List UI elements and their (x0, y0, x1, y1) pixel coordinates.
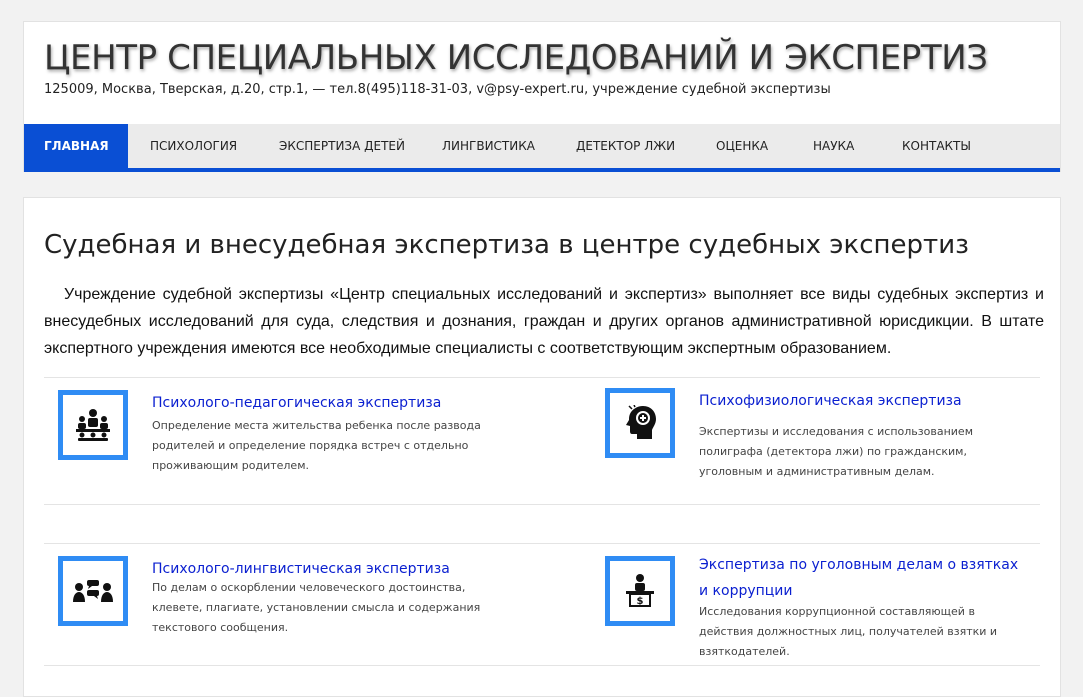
nav-item-psychology[interactable]: ПСИХОЛОГИЯ (128, 124, 258, 168)
page-title: Судебная и внесудебная экспертиза в цент… (44, 230, 969, 260)
divider (44, 377, 1040, 378)
service-description: Определение места жительства ребенка пос… (152, 419, 481, 472)
family-meeting-icon[interactable] (58, 390, 128, 460)
bribe-desk-icon[interactable]: $ (605, 556, 675, 626)
head-brain-icon[interactable] (605, 388, 675, 458)
service-title-link[interactable]: Психолого-педагогическая экспертиза (152, 390, 482, 416)
service-card: Психолого-лингвистическая экспертиза По … (58, 556, 538, 656)
service-card: $ Экспертиза по уголовным делам о взятка… (605, 552, 1083, 658)
service-title-link[interactable]: Психофизиологическая экспертиза (699, 388, 1029, 414)
main-nav: ГЛАВНАЯ ПСИХОЛОГИЯ ЭКСПЕРТИЗА ДЕТЕЙ ЛИНГ… (24, 124, 1060, 168)
main-content: Судебная и внесудебная экспертиза в цент… (23, 197, 1061, 697)
service-card: Психофизиологическая экспертиза Эксперти… (605, 388, 1083, 488)
service-title-link[interactable]: Экспертиза по уголовным делам о взятках … (699, 552, 1029, 604)
service-description: По делам о оскорблении человеческого дос… (152, 581, 481, 634)
nav-item-science[interactable]: НАУКА (793, 124, 880, 168)
nav-item-contacts[interactable]: КОНТАКТЫ (880, 124, 1000, 168)
divider (44, 543, 1040, 544)
svg-text:$: $ (637, 596, 644, 607)
site-title[interactable]: ЦЕНТР СПЕЦИАЛЬНЫХ ИССЛЕДОВАНИЙ И ЭКСПЕРТ… (44, 38, 988, 78)
intro-paragraph: Учреждение судебной экспертизы «Центр сп… (44, 286, 1044, 357)
site-description: 125009, Москва, Тверская, д.20, стр.1, —… (44, 82, 831, 97)
nav-item-lie-detector[interactable]: ДЕТЕКТОР ЛЖИ (557, 124, 696, 168)
divider (44, 665, 1040, 666)
people-dialogue-icon[interactable] (58, 556, 128, 626)
site-header: ЦЕНТР СПЕЦИАЛЬНЫХ ИССЛЕДОВАНИЙ И ЭКСПЕРТ… (23, 21, 1061, 172)
service-description: Экспертизы и исследования с использовани… (699, 425, 973, 478)
nav-accent-bar (24, 168, 1060, 172)
nav-item-child-expertise[interactable]: ЭКСПЕРТИЗА ДЕТЕЙ (258, 124, 423, 168)
service-card: Психолого-педагогическая экспертиза Опре… (58, 390, 538, 490)
nav-item-linguistics[interactable]: ЛИНГВИСТИКА (423, 124, 557, 168)
nav-item-appraisal[interactable]: ОЦЕНКА (696, 124, 793, 168)
divider (44, 504, 1040, 505)
service-description: Исследования коррупционной составляющей … (699, 605, 998, 658)
nav-item-home[interactable]: ГЛАВНАЯ (24, 124, 128, 168)
